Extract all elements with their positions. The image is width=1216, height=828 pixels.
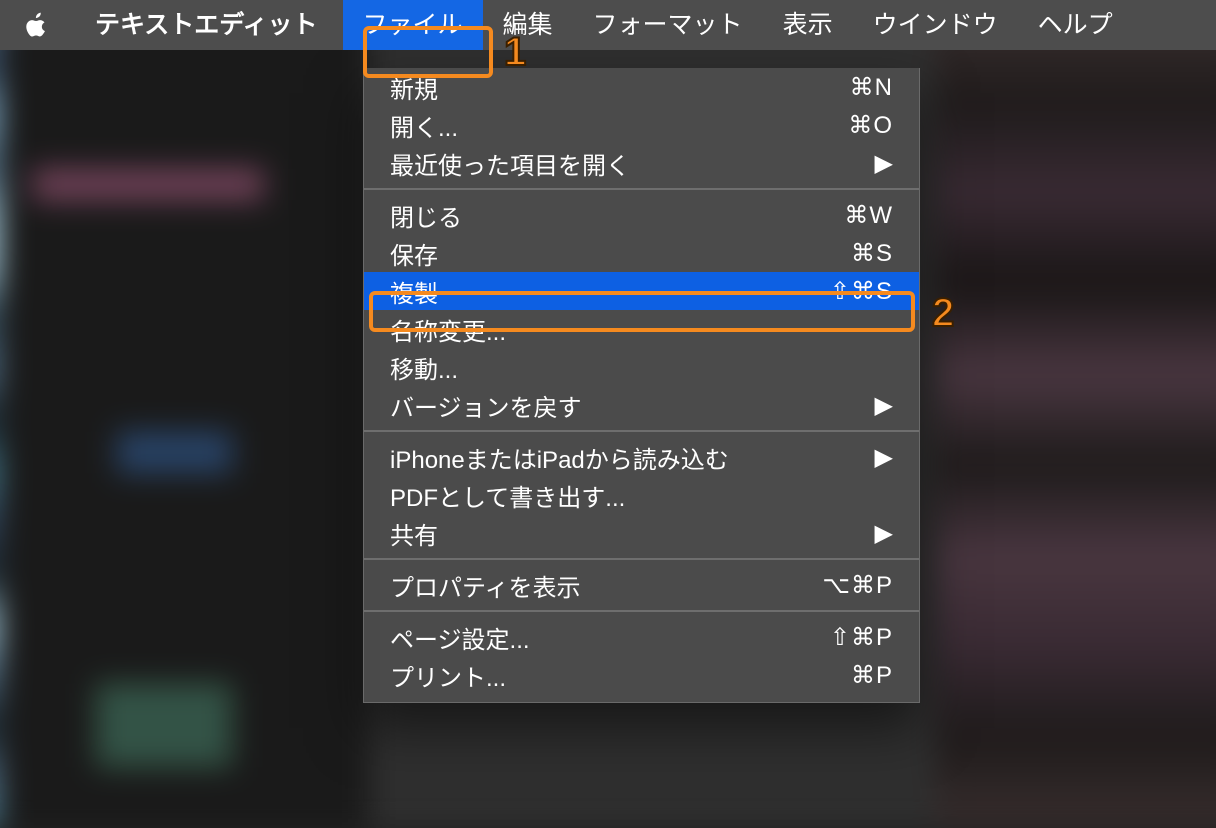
menu-item[interactable]: 複製⇧⌘S: [364, 272, 919, 310]
menu-item[interactable]: 閉じる⌘W: [364, 196, 919, 234]
menu-item[interactable]: 最近使った項目を開く▶: [364, 144, 919, 182]
menu-item-label: 閉じる: [390, 198, 844, 233]
menu-item-shortcut: ⇧⌘P: [830, 623, 893, 652]
file-menu-dropdown: 新規⌘N開く...⌘O最近使った項目を開く▶閉じる⌘W保存⌘S複製⇧⌘S名称変更…: [363, 68, 920, 703]
menu-item[interactable]: プリント...⌘P: [364, 656, 919, 694]
menu-bar: テキストエディット ファイル 編集 フォーマット 表示 ウインドウ ヘルプ: [0, 0, 1216, 50]
menu-item-label: プリント...: [390, 658, 851, 693]
menu-item-shortcut: ⌥⌘P: [822, 571, 893, 600]
menu-item-label: 新規: [390, 70, 850, 105]
menu-item-shortcut: ⌘S: [851, 239, 893, 268]
menu-item-label: iPhoneまたはiPadから読み込む: [390, 440, 869, 475]
menu-item[interactable]: iPhoneまたはiPadから読み込む▶: [364, 438, 919, 476]
submenu-arrow-icon: ▶: [869, 519, 893, 548]
submenu-arrow-icon: ▶: [869, 149, 893, 178]
menu-item-label: 開く...: [390, 108, 848, 143]
menu-item[interactable]: バージョンを戻す▶: [364, 386, 919, 424]
menu-item-label: 移動...: [390, 350, 893, 385]
menu-item[interactable]: 共有▶: [364, 514, 919, 552]
menu-item-shortcut: ⌘N: [850, 73, 893, 102]
menu-item-label: ページ設定...: [390, 620, 830, 655]
menu-item[interactable]: PDFとして書き出す...: [364, 476, 919, 514]
menu-item-label: PDFとして書き出す...: [390, 478, 893, 513]
menu-item[interactable]: プロパティを表示⌥⌘P: [364, 566, 919, 604]
menu-item-label: プロパティを表示: [390, 568, 822, 603]
menu-item[interactable]: 名称変更...: [364, 310, 919, 348]
menu-item-shortcut: ⌘P: [851, 661, 893, 690]
menu-item-label: 名称変更...: [390, 312, 893, 347]
menu-item-label: 複製: [390, 274, 830, 309]
menu-item[interactable]: 保存⌘S: [364, 234, 919, 272]
menu-view[interactable]: 表示: [763, 0, 853, 50]
submenu-arrow-icon: ▶: [869, 443, 893, 472]
app-name[interactable]: テキストエディット: [75, 0, 343, 50]
menu-item[interactable]: 開く...⌘O: [364, 106, 919, 144]
menu-item-label: バージョンを戻す: [390, 388, 869, 423]
menu-item-shortcut: ⌘O: [848, 111, 893, 140]
submenu-arrow-icon: ▶: [869, 391, 893, 420]
menu-window[interactable]: ウインドウ: [853, 0, 1018, 50]
menu-help[interactable]: ヘルプ: [1018, 0, 1133, 50]
menu-item[interactable]: 移動...: [364, 348, 919, 386]
menu-item[interactable]: 新規⌘N: [364, 68, 919, 106]
menu-item-label: 共有: [390, 516, 869, 551]
menu-edit[interactable]: 編集: [483, 0, 573, 50]
menu-file[interactable]: ファイル: [343, 0, 483, 50]
menu-item-shortcut: ⌘W: [844, 201, 893, 230]
menu-item-label: 保存: [390, 236, 851, 271]
apple-menu-icon[interactable]: [20, 10, 50, 40]
menu-item-label: 最近使った項目を開く: [390, 146, 869, 181]
menu-item-shortcut: ⇧⌘S: [830, 277, 893, 306]
menu-format[interactable]: フォーマット: [573, 0, 763, 50]
menu-item[interactable]: ページ設定...⇧⌘P: [364, 618, 919, 656]
